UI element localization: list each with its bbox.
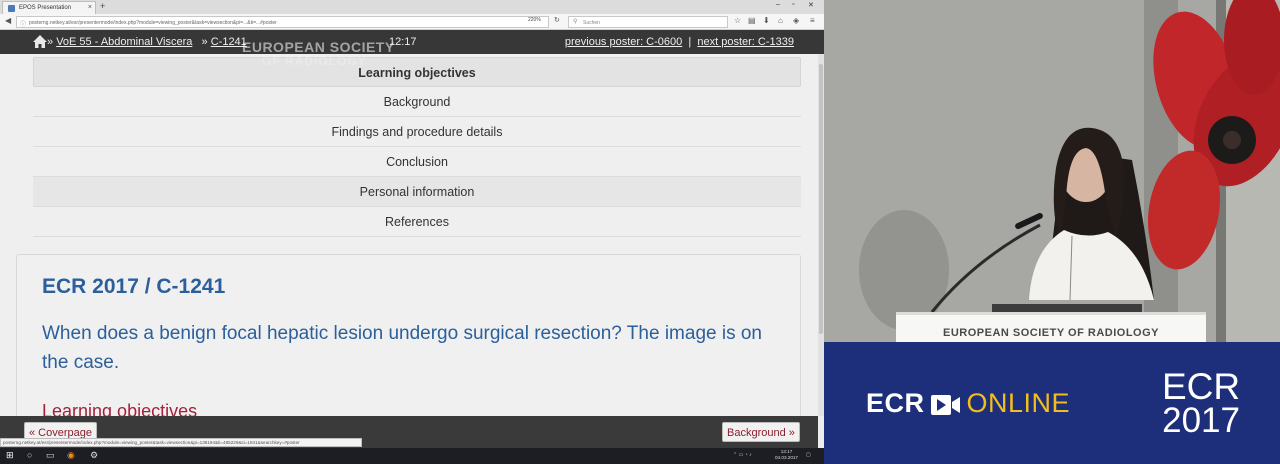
task-view-icon[interactable]: ▭ xyxy=(46,450,55,461)
presenter-screen: EPOS Presentation × + – ▫ ✕ ◀ ⓘ posterng… xyxy=(0,0,824,464)
taskbar-clock[interactable]: 13:17 04.03.2017 xyxy=(775,449,798,461)
poster-page: Learning objectives Background Findings … xyxy=(0,54,818,416)
breadcrumb-separator: » xyxy=(47,36,54,48)
menu-item-conclusion[interactable]: Conclusion xyxy=(33,147,801,177)
minimize-icon[interactable]: – xyxy=(776,1,780,8)
ecr-online-logo: ECR ONLINE xyxy=(866,388,1070,419)
poster-header: » VoE 55 - Abdominal Viscera » C-1241 EU… xyxy=(0,30,824,55)
section-heading: Learning objectives xyxy=(42,401,198,416)
new-tab-button[interactable]: + xyxy=(100,1,105,11)
reading-list-icon[interactable]: ▤ xyxy=(748,16,756,25)
ecr-word: ECR xyxy=(866,388,925,418)
url-text: posterng.netkey.at/esr/presentermode/ind… xyxy=(29,20,277,26)
ecr-online-banner: ECR ONLINE ECR 2017 xyxy=(824,342,1280,464)
search-input[interactable]: ⚲ Suchen xyxy=(568,16,728,28)
video-camera-icon xyxy=(930,395,960,415)
zoom-level[interactable]: 220% xyxy=(528,17,541,23)
video-frame: EPOS Presentation × + – ▫ ✕ ◀ ⓘ posterng… xyxy=(0,0,1280,464)
poster-id: ECR 2017 / C-1241 xyxy=(42,275,226,298)
search-placeholder: Suchen xyxy=(583,20,600,26)
poster-content: ECR 2017 / C-1241 When does a benign foc… xyxy=(16,254,801,416)
podium-label: EUROPEAN SOCIETY OF RADIOLOGY xyxy=(943,327,1159,339)
menu-icon[interactable]: ≡ xyxy=(810,16,815,25)
notifications-icon[interactable]: ▢ xyxy=(806,452,811,458)
section-menu: Learning objectives Background Findings … xyxy=(33,57,801,237)
settings-icon[interactable]: ⚙ xyxy=(90,450,98,461)
star-icon[interactable]: ☆ xyxy=(734,16,741,25)
back-icon[interactable]: ◀ xyxy=(5,16,11,25)
info-icon: ⓘ xyxy=(20,22,27,28)
favicon-icon xyxy=(8,5,15,12)
session-clock: 12:17 xyxy=(389,36,417,48)
menu-item-references[interactable]: References xyxy=(33,207,801,237)
menu-item-learning-objectives[interactable]: Learning objectives xyxy=(33,57,801,87)
poster-navigation: previous poster: C-0600 | next poster: C… xyxy=(565,36,794,48)
site-home-icon[interactable] xyxy=(33,34,47,49)
previous-poster-link[interactable]: previous poster: C-0600 xyxy=(565,36,682,48)
ecr-year: 2017 xyxy=(1162,401,1240,440)
poster-title: When does a benign focal hepatic lesion … xyxy=(42,323,762,373)
system-tray-icons[interactable]: ⌃ ▭ ◔ ♪ xyxy=(733,452,752,458)
tab-close-icon[interactable]: × xyxy=(88,4,92,11)
taskbar-date: 04.03.2017 xyxy=(775,455,798,460)
online-word: ONLINE xyxy=(966,388,1071,418)
menu-item-findings[interactable]: Findings and procedure details xyxy=(33,117,801,147)
browser-toolbar: ◀ ⓘ posterng.netkey.at/esr/presentermode… xyxy=(0,14,824,30)
next-section-button[interactable]: Background » xyxy=(722,422,800,442)
windows-taskbar: ⊞ ○ ▭ ◉ ⚙ ⌃ ▭ ◔ ♪ 13:17 04.03.2017 ▢ xyxy=(0,448,824,464)
browser-tab[interactable]: EPOS Presentation × xyxy=(2,1,96,14)
speaker-scene: EUROPEAN SOCIETY OF RADIOLOGY xyxy=(824,0,1280,342)
windows-start-icon[interactable]: ⊞ xyxy=(6,450,14,461)
tab-title: EPOS Presentation xyxy=(19,5,72,11)
breadcrumb-session-link[interactable]: VoE 55 - Abdominal Viscera xyxy=(56,36,192,48)
home-icon[interactable]: ⌂ xyxy=(778,16,783,25)
menu-item-background[interactable]: Background xyxy=(33,87,801,117)
window-close-icon[interactable]: ✕ xyxy=(808,1,814,9)
menu-item-personal-information[interactable]: Personal information xyxy=(33,177,801,207)
esr-logo-subtitle: OF RADIOLOGY xyxy=(262,54,367,68)
url-bar[interactable]: ⓘ posterng.netkey.at/esr/presentermode/i… xyxy=(16,16,549,28)
next-poster-link[interactable]: next poster: C-1339 xyxy=(697,36,794,48)
reload-icon[interactable]: ↻ xyxy=(554,16,560,24)
maximize-icon[interactable]: ▫ xyxy=(792,1,794,8)
breadcrumb: » VoE 55 - Abdominal Viscera » C-1241 xyxy=(47,36,247,48)
breadcrumb-separator: » xyxy=(201,36,208,48)
scrollbar-thumb[interactable] xyxy=(819,64,823,334)
download-icon[interactable]: ⬇ xyxy=(763,16,770,25)
shield-icon[interactable]: ◈ xyxy=(793,16,799,25)
firefox-icon[interactable]: ◉ xyxy=(67,450,75,461)
ecr-2017-logo: ECR 2017 xyxy=(1162,368,1240,440)
status-url: posterng.netkey.at/esr/presentermode/ind… xyxy=(0,438,362,447)
speaker-camera: EUROPEAN SOCIETY OF RADIOLOGY xyxy=(824,0,1280,342)
search-icon: ⚲ xyxy=(573,19,578,25)
esr-logo: EUROPEAN SOCIETY xyxy=(242,39,395,55)
cortana-icon[interactable]: ○ xyxy=(27,450,32,460)
nav-divider: | xyxy=(688,36,692,48)
browser-tab-bar: EPOS Presentation × + – ▫ ✕ xyxy=(0,0,824,14)
